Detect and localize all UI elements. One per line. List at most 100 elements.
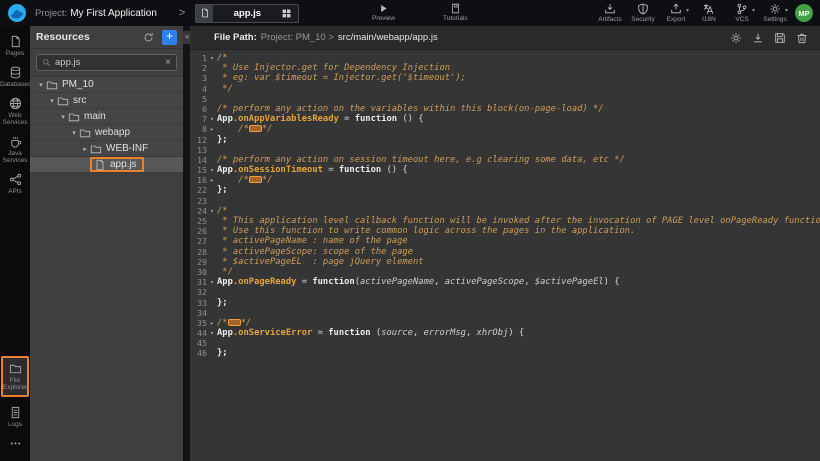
avatar[interactable]: MP xyxy=(795,4,813,22)
resource-search: × xyxy=(36,54,177,71)
line-number: 1 xyxy=(190,53,207,63)
search-input[interactable] xyxy=(51,57,165,68)
fold-closed-icon[interactable]: ▸ xyxy=(207,175,217,185)
sidebar-item-web-services[interactable]: Web Services xyxy=(0,97,30,126)
line-number: 15 xyxy=(190,165,207,175)
fold-spacer xyxy=(207,94,217,104)
fold-spacer xyxy=(207,308,217,318)
search-icon xyxy=(42,58,51,67)
export-button[interactable]: ▾Export xyxy=(663,3,689,23)
fold-spacer xyxy=(207,287,217,297)
code-text: /* perform any action on the variables w… xyxy=(217,104,820,114)
tree-item-app-js[interactable]: app.js xyxy=(30,157,183,173)
sidebar-item-label: File Explorer xyxy=(0,377,30,391)
tree-item-main[interactable]: ▾main xyxy=(30,109,183,125)
editor-settings-icon[interactable] xyxy=(730,32,742,44)
code-line-3: 3 * eg: var $timeout = Injector.get('$ti… xyxy=(190,73,820,83)
vcs-button[interactable]: ▾VCS xyxy=(729,3,755,23)
sidebar-item-pages[interactable]: Pages xyxy=(0,35,30,57)
line-number: 28 xyxy=(190,247,207,257)
tree-item-webapp[interactable]: ▾webapp xyxy=(30,125,183,141)
code-line-31: 31▾App.onPageReady = function(activePage… xyxy=(190,277,820,287)
folded-code-marker[interactable] xyxy=(228,319,241,326)
editor-pane: File Path: Project: PM_10 > src/main/web… xyxy=(190,26,820,461)
project-label: Project: xyxy=(35,8,67,19)
tree-item-src[interactable]: ▾src xyxy=(30,93,183,109)
clear-search-icon[interactable]: × xyxy=(165,57,171,68)
line-number: 26 xyxy=(190,226,207,236)
folder-icon xyxy=(79,127,91,139)
sidebar-item-logs[interactable]: Logs xyxy=(0,406,30,428)
code-text: /* perform any action on session timeout… xyxy=(217,155,820,165)
code-text: /**/ xyxy=(217,175,820,185)
log-icon xyxy=(9,406,22,419)
fold-spacer xyxy=(207,257,217,267)
fold-open-icon[interactable]: ▾ xyxy=(207,206,217,216)
panel-divider[interactable] xyxy=(183,26,190,461)
editor-toolbar xyxy=(730,32,808,44)
collapse-panel-button[interactable]: « xyxy=(183,31,191,44)
sidebar-item-databases[interactable]: Databases xyxy=(0,66,30,88)
tree-closed-arrow-icon[interactable]: ▸ xyxy=(80,145,90,153)
add-resource-button[interactable]: + xyxy=(162,30,177,45)
code-line-14: 14/* perform any action on session timeo… xyxy=(190,155,820,165)
settings-label: Settings xyxy=(763,16,787,23)
preview-button[interactable]: Preview xyxy=(372,3,395,22)
artifacts-label: Artifacts xyxy=(598,16,621,23)
fold-spacer xyxy=(207,84,217,94)
fold-open-icon[interactable]: ▾ xyxy=(207,114,217,124)
fold-closed-icon[interactable]: ▸ xyxy=(207,318,217,328)
i18n-button[interactable]: I18N xyxy=(696,3,722,23)
code-text: */ xyxy=(217,267,820,277)
fold-open-icon[interactable]: ▾ xyxy=(207,53,217,63)
translate-icon xyxy=(703,3,715,15)
tree-item-pm-10[interactable]: ▾PM_10 xyxy=(30,77,183,93)
fold-spacer xyxy=(207,155,217,165)
sidebar-item-apis[interactable]: APIs xyxy=(0,173,30,195)
fold-spacer xyxy=(207,247,217,257)
sidebar-item-label: Logs xyxy=(0,421,30,428)
sidebar-item-more[interactable] xyxy=(0,437,30,450)
line-number: 12 xyxy=(190,135,207,145)
tree-open-arrow-icon[interactable]: ▾ xyxy=(36,81,46,89)
code-text xyxy=(217,145,820,155)
save-file-icon[interactable] xyxy=(774,32,786,44)
tree-open-arrow-icon[interactable]: ▾ xyxy=(69,129,79,137)
folder-icon xyxy=(57,95,69,107)
sidebar-item-file-explorer[interactable]: File Explorer xyxy=(1,356,29,397)
download-file-icon[interactable] xyxy=(752,32,764,44)
tab-appjs[interactable]: app.js xyxy=(195,4,299,23)
code-editor[interactable]: 1▾/*2 * Use Injector.get for Dependency … xyxy=(190,50,820,461)
fold-open-icon[interactable]: ▾ xyxy=(207,277,217,287)
code-line-25: 25 * This application level callback fun… xyxy=(190,216,820,226)
fold-open-icon[interactable]: ▾ xyxy=(207,165,217,175)
settings-button[interactable]: ▾Settings xyxy=(762,3,788,23)
artifacts-button[interactable]: Artifacts xyxy=(597,3,623,23)
line-number: 6 xyxy=(190,104,207,114)
chevron-down-icon: ▾ xyxy=(752,7,755,14)
code-line-44: 44▾App.onServiceError = function (source… xyxy=(190,328,820,338)
refresh-icon[interactable] xyxy=(143,32,154,43)
line-number: 22 xyxy=(190,185,207,195)
fold-spacer xyxy=(207,338,217,348)
sidebar-item-java-services[interactable]: Java Services xyxy=(0,135,30,164)
fold-spacer xyxy=(207,216,217,226)
line-number: 24 xyxy=(190,206,207,216)
folder-icon xyxy=(9,362,22,375)
code-line-28: 28 * activePageScope: scope of the page xyxy=(190,247,820,257)
grid-icon[interactable] xyxy=(281,8,292,19)
line-number: 44 xyxy=(190,328,207,338)
folded-code-marker[interactable] xyxy=(249,176,262,183)
code-text: App.onServiceError = function (source, e… xyxy=(217,328,820,338)
fold-closed-icon[interactable]: ▸ xyxy=(207,124,217,134)
code-line-35: 35▸/**/ xyxy=(190,318,820,328)
code-text: }; xyxy=(217,298,820,308)
tree-open-arrow-icon[interactable]: ▾ xyxy=(58,113,68,121)
tutorials-button[interactable]: Tutorials xyxy=(443,3,468,22)
tree-item-web-inf[interactable]: ▸WEB-INF xyxy=(30,141,183,157)
fold-open-icon[interactable]: ▾ xyxy=(207,328,217,338)
delete-file-icon[interactable] xyxy=(796,32,808,44)
folded-code-marker[interactable] xyxy=(249,125,262,132)
tree-open-arrow-icon[interactable]: ▾ xyxy=(47,97,57,105)
security-button[interactable]: Security xyxy=(630,3,656,23)
